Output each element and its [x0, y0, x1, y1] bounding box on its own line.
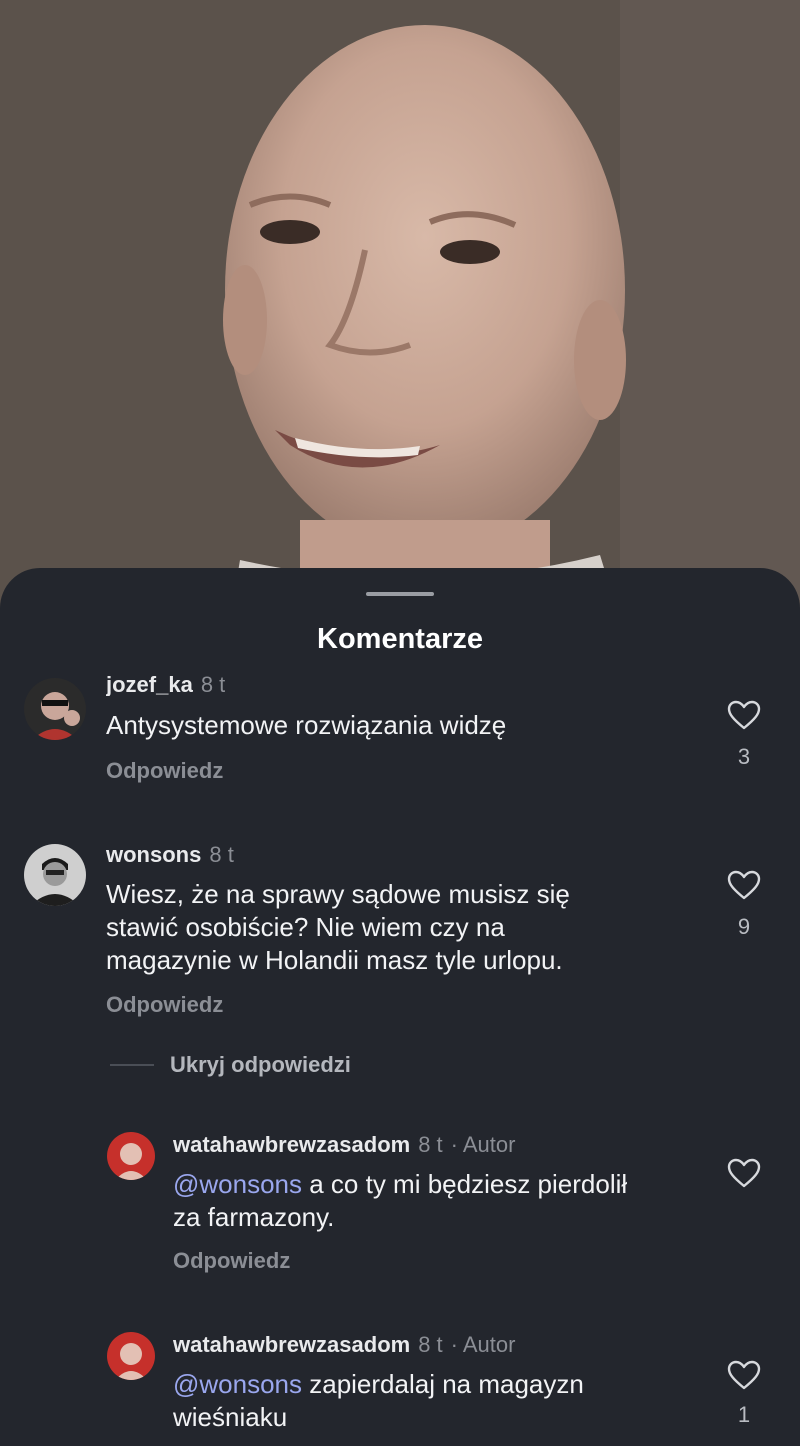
hide-replies-button[interactable]: Ukryj odpowiedzi: [110, 1052, 351, 1078]
comment-item: wonsons 8 t Wiesz, że na sprawy sądowe mu…: [0, 838, 800, 1038]
mention-link[interactable]: @wonsons: [173, 1169, 302, 1199]
reply-time: 8 t: [418, 1132, 443, 1157]
comments-sheet: Komentarze jozef_ka 8 t Antysystemowe roz…: [0, 568, 800, 1446]
reply-item: watahawbrewzasadom 8 t · Autor @wonsons za…: [0, 1330, 800, 1446]
avatar[interactable]: [107, 1332, 155, 1380]
like-count: 1: [737, 1402, 751, 1427]
comment-time: 8 t: [209, 842, 234, 867]
avatar[interactable]: [24, 844, 86, 906]
reply-text: @wonsons zapierdalaj na magayzn wieśniak…: [173, 1368, 713, 1434]
comment-item: jozef_ka 8 t Antysystemowe rozwiązania wi…: [0, 568, 800, 808]
video-preview[interactable]: [0, 0, 800, 620]
like-button[interactable]: [714, 1158, 774, 1188]
reply-button[interactable]: Odpowiedz: [173, 1248, 290, 1274]
like-button[interactable]: 3: [714, 700, 774, 770]
video-frame-illustration: [0, 0, 800, 620]
author-badge: · Autor: [450, 1332, 516, 1357]
comment-time: 8 t: [200, 672, 226, 696]
heart-icon: [727, 870, 761, 900]
reply-username[interactable]: watahawbrewzasadom: [173, 1332, 410, 1357]
comment-text: Antysystemowe rozwiązania widzę: [106, 710, 507, 740]
reply-button[interactable]: Odpowiedz: [106, 758, 223, 784]
author-badge: · Autor: [450, 1132, 516, 1157]
comment-meta: jozef_ka 8 t: [106, 672, 225, 696]
heart-icon: [727, 700, 761, 730]
avatar[interactable]: [107, 1132, 155, 1180]
like-count: 3: [737, 744, 751, 769]
like-button[interactable]: 1: [714, 1360, 774, 1428]
reply-username[interactable]: watahawbrewzasadom: [173, 1132, 410, 1157]
mention-link[interactable]: @wonsons: [173, 1369, 302, 1399]
reply-meta: watahawbrewzasadom 8 t · Autor: [173, 1332, 515, 1358]
divider: [110, 1064, 154, 1066]
hide-replies-label: Ukryj odpowiedzi: [170, 1052, 351, 1077]
reply-item: watahawbrewzasadom 8 t · Autor @wonsons a …: [0, 1128, 800, 1288]
comment-username[interactable]: jozef_ka: [106, 672, 193, 696]
like-button[interactable]: 9: [714, 870, 774, 940]
comment-username[interactable]: wonsons: [106, 842, 201, 867]
comment-text: Wiesz, że na sprawy sądowe musisz się st…: [106, 879, 570, 975]
reply-text: @wonsons a co ty mi będziesz pierdolił z…: [173, 1168, 713, 1234]
avatar[interactable]: [24, 678, 86, 740]
reply-meta: watahawbrewzasadom 8 t · Autor: [173, 1132, 515, 1158]
heart-icon: [727, 1360, 761, 1390]
like-count: 9: [737, 914, 751, 939]
reply-button[interactable]: Odpowiedz: [106, 992, 223, 1018]
reply-time: 8 t: [418, 1332, 443, 1357]
heart-icon: [727, 1158, 761, 1188]
comment-meta: wonsons 8 t: [106, 842, 234, 868]
